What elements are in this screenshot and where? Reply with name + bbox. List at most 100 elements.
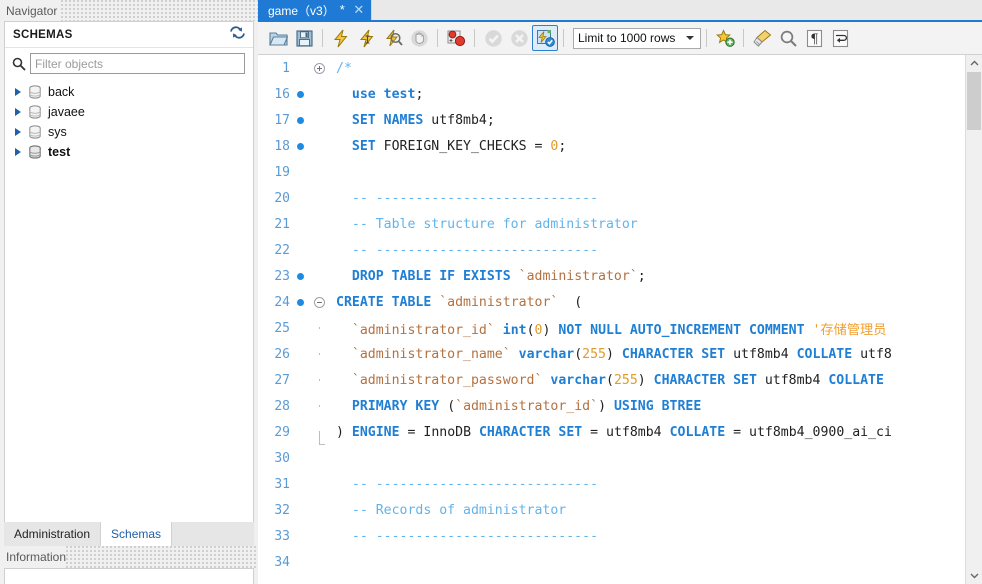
expand-triangle-icon[interactable] <box>15 108 21 116</box>
navigator-drag-grip[interactable] <box>61 0 258 21</box>
fold-expand-icon[interactable] <box>313 62 325 74</box>
clear-query-icon[interactable] <box>749 25 775 51</box>
code-line[interactable]: 24 CREATE TABLE `administrator` ( <box>258 289 965 315</box>
token-op: ; <box>415 86 424 102</box>
token-pln <box>336 399 352 414</box>
code-line-text: SET NAMES utf8mb4; <box>330 113 495 128</box>
token-pln <box>511 347 519 362</box>
stop-execution-icon[interactable] <box>406 25 432 51</box>
chevron-down-icon[interactable] <box>686 36 694 40</box>
code-line[interactable]: 23 DROP TABLE IF EXISTS `administrator`; <box>258 263 965 289</box>
limit-rows-label: Limit to 1000 rows <box>578 31 676 45</box>
editor-tab-game[interactable]: game（v3） * ✕ <box>258 0 371 20</box>
save-sql-file-icon[interactable] <box>291 25 317 51</box>
scrollbar-track[interactable] <box>966 72 982 567</box>
token-kw: PRIMARY KEY <box>351 398 440 414</box>
toolbar-separator <box>474 29 475 47</box>
database-icon <box>28 124 42 140</box>
schema-item-javaee[interactable]: javaee <box>5 102 253 122</box>
code-line[interactable]: 31 -- ---------------------------- <box>258 471 965 497</box>
code-line[interactable]: 20 -- ---------------------------- <box>258 185 965 211</box>
code-line-text: use test; <box>330 86 424 102</box>
code-line[interactable]: 30 <box>258 445 965 471</box>
expand-triangle-icon[interactable] <box>15 88 21 96</box>
fold-margin[interactable] <box>308 296 330 308</box>
filter-row <box>5 48 253 78</box>
fold-collapse-icon[interactable] <box>313 296 325 308</box>
beautify-query-icon[interactable] <box>712 25 738 51</box>
scroll-up-button[interactable] <box>966 55 982 72</box>
code-line[interactable]: 16 use test; <box>258 81 965 107</box>
limit-rows-select[interactable]: Limit to 1000 rows <box>573 27 701 49</box>
statement-marker <box>292 272 308 280</box>
schema-item-back[interactable]: back <box>5 82 253 102</box>
schemas-title: SCHEMAS <box>13 28 73 41</box>
line-number: 22 <box>274 242 290 258</box>
code-line[interactable]: 22 -- ---------------------------- <box>258 237 965 263</box>
schema-name: sys <box>48 125 67 139</box>
information-drag-grip[interactable] <box>66 546 258 568</box>
schema-item-sys[interactable]: sys <box>5 122 253 142</box>
code-line[interactable]: 33 -- ---------------------------- <box>258 523 965 549</box>
close-icon[interactable]: ✕ <box>353 2 365 18</box>
token-op: ) <box>336 424 344 440</box>
code-line[interactable]: 26 `administrator_name` varchar(255) CHA… <box>258 341 965 367</box>
token-pln <box>805 323 813 338</box>
expand-triangle-icon[interactable] <box>15 148 21 156</box>
scroll-down-button[interactable] <box>966 567 982 584</box>
fold-margin[interactable] <box>308 62 330 74</box>
toggle-invisible-chars-icon[interactable]: ¶ <box>801 25 827 51</box>
code-line[interactable]: 19 <box>258 159 965 185</box>
token-id: `administrator` <box>439 294 559 310</box>
toolbar-separator <box>437 29 438 47</box>
editor-vertical-scrollbar[interactable] <box>965 55 982 584</box>
filter-objects-input[interactable] <box>30 53 245 74</box>
code-line[interactable]: 1 /* <box>258 55 965 81</box>
sql-code-text[interactable]: 1/* 16 use test; 17 SET NAMES utf8mb4; 18 S… <box>258 55 965 584</box>
database-icon <box>28 144 42 160</box>
token-pln <box>336 373 352 388</box>
code-line[interactable]: 18 SET FOREIGN_KEY_CHECKS = 0; <box>258 133 965 159</box>
token-cmt: -- Table structure for administrator <box>336 216 638 232</box>
tab-administration[interactable]: Administration <box>4 522 102 546</box>
toggle-autocommit-icon[interactable] <box>532 25 558 51</box>
code-line[interactable]: 29) ENGINE = InnoDB CHARACTER SET = utf8… <box>258 419 965 445</box>
token-cmt: -- ---------------------------- <box>336 528 599 544</box>
code-line[interactable]: 34 <box>258 549 965 575</box>
token-kw: COLLATE <box>828 372 884 388</box>
token-pln <box>646 373 654 388</box>
schema-item-test[interactable]: test <box>5 142 253 162</box>
token-pln: utf8mb4 <box>598 424 670 440</box>
line-number: 27 <box>274 372 290 388</box>
fold-guide-line <box>318 431 320 445</box>
expand-triangle-icon[interactable] <box>15 128 21 136</box>
token-cmt: -- ---------------------------- <box>336 476 599 492</box>
code-line[interactable]: 25 `administrator_id` int(0) NOT NULL AU… <box>258 315 965 341</box>
code-line-text: -- ---------------------------- <box>330 191 598 206</box>
token-str: '存储管理员 <box>812 322 887 338</box>
toggle-breakpoint-icon[interactable] <box>443 25 469 51</box>
toggle-wordwrap-icon[interactable] <box>827 25 853 51</box>
refresh-icon[interactable] <box>230 25 245 44</box>
open-sql-file-icon[interactable] <box>265 25 291 51</box>
execute-statements-icon[interactable] <box>328 25 354 51</box>
line-number: 29 <box>274 424 290 440</box>
scrollbar-thumb[interactable] <box>967 72 981 130</box>
statement-marker <box>292 116 308 124</box>
code-line[interactable]: 28 PRIMARY KEY (`administrator_id`) USIN… <box>258 393 965 419</box>
execute-current-statement-icon[interactable] <box>354 25 380 51</box>
information-header: Information <box>0 546 258 568</box>
tab-schemas[interactable]: Schemas <box>101 522 173 546</box>
code-line[interactable]: 21 -- Table structure for administrator <box>258 211 965 237</box>
find-icon[interactable] <box>775 25 801 51</box>
token-kw: int <box>502 322 527 338</box>
commit-icon[interactable] <box>480 25 506 51</box>
code-line[interactable]: 17 SET NAMES utf8mb4; <box>258 107 965 133</box>
fold-guide-line <box>318 353 320 355</box>
code-line[interactable]: 27 `administrator_password` varchar(255)… <box>258 367 965 393</box>
code-line-text: `administrator_name` varchar(255) CHARAC… <box>330 347 892 362</box>
rollback-icon[interactable] <box>506 25 532 51</box>
code-line[interactable]: 32 -- Records of administrator <box>258 497 965 523</box>
explain-statement-icon[interactable] <box>380 25 406 51</box>
token-kw: test <box>383 86 416 102</box>
